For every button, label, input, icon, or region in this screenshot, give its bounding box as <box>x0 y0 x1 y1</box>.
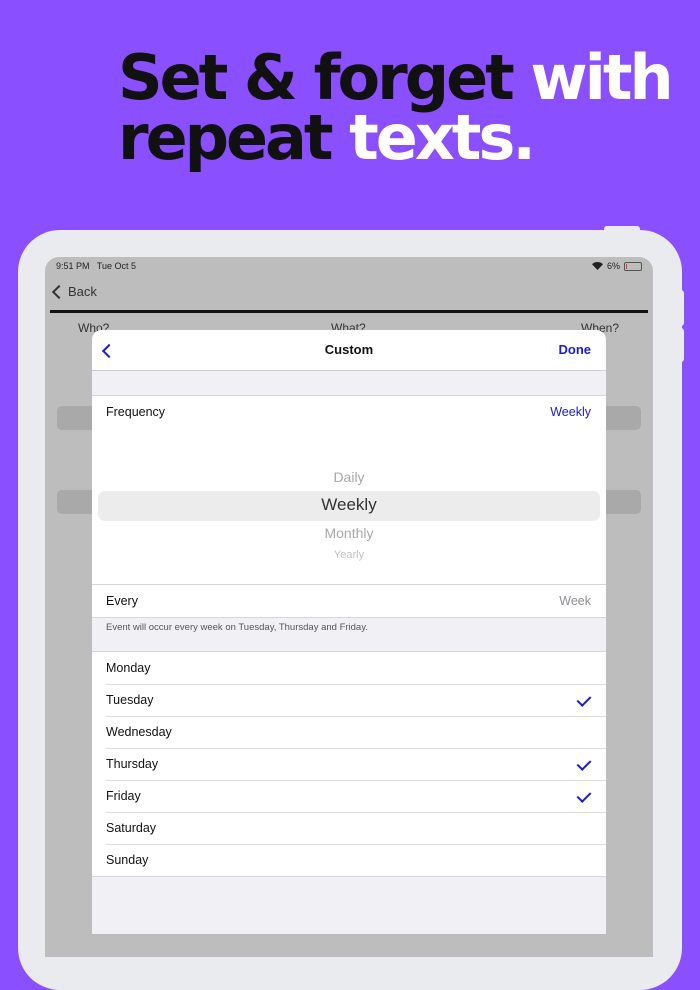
weekday-label: Friday <box>106 789 141 803</box>
weekday-label: Saturday <box>106 821 157 835</box>
device-volume-down-button <box>678 328 684 362</box>
weekday-row-wednesday[interactable]: Wednesday <box>92 716 606 748</box>
weekday-row-saturday[interactable]: Saturday <box>92 812 606 844</box>
weekday-row-friday[interactable]: Friday <box>92 780 606 812</box>
checkmark-icon <box>576 692 592 707</box>
weekday-label: Sunday <box>106 853 149 867</box>
device-volume-up-button <box>678 290 684 326</box>
headline: Set & forget with repeat texts. <box>118 47 678 169</box>
battery-percent: 6% <box>606 261 620 271</box>
status-bar: 9:51 PM Tue Oct 5 6% <box>56 261 642 271</box>
wifi-icon <box>591 262 603 270</box>
every-value: Week <box>559 594 591 608</box>
frequency-row[interactable]: Frequency Weekly <box>92 396 606 428</box>
custom-repeat-sheet: Custom Done Frequency Weekly Daily Weekl… <box>92 330 606 934</box>
frequency-picker[interactable]: Daily Weekly Monthly Yearly <box>92 427 606 584</box>
header-divider <box>50 310 648 313</box>
frequency-label: Frequency <box>106 405 166 419</box>
weekday-label: Wednesday <box>106 725 172 739</box>
sheet-title: Custom <box>324 342 374 357</box>
weekday-row-tuesday[interactable]: Tuesday <box>92 684 606 716</box>
frequency-value: Weekly <box>550 405 591 419</box>
weekday-row-monday[interactable]: Monday <box>92 652 606 684</box>
battery-icon <box>624 261 642 271</box>
recurrence-summary: Event will occur every week on Tuesday, … <box>106 622 368 633</box>
every-row[interactable]: Every Week <box>92 585 606 617</box>
headline-line-2: repeat texts. <box>118 107 678 169</box>
weekday-list: Monday Tuesday Wednesday Thursday Friday… <box>92 651 606 877</box>
picker-option-selected[interactable]: Weekly <box>92 495 606 515</box>
status-time: 9:51 PM <box>56 261 90 271</box>
weekday-row-thursday[interactable]: Thursday <box>92 748 606 780</box>
picker-option[interactable]: Yearly <box>92 549 606 561</box>
done-button[interactable]: Done <box>559 342 592 357</box>
back-button[interactable]: Back <box>51 284 97 299</box>
sheet-nav-bar: Custom Done <box>92 330 606 371</box>
picker-option[interactable]: Daily <box>92 469 606 485</box>
back-label: Back <box>68 284 97 299</box>
chevron-left-icon <box>51 284 67 299</box>
frequency-group: Frequency Weekly <box>92 395 606 429</box>
picker-option[interactable]: Monthly <box>92 525 606 541</box>
checkmark-icon <box>576 788 592 803</box>
headline-highlight: with <box>530 41 673 114</box>
weekday-label: Monday <box>106 661 151 675</box>
weekday-label: Tuesday <box>106 693 154 707</box>
headline-highlight: texts. <box>349 101 536 174</box>
every-label: Every <box>106 594 138 608</box>
status-date: Tue Oct 5 <box>96 261 137 271</box>
headline-line-1: Set & forget with <box>118 47 678 109</box>
every-group: Every Week <box>92 584 606 618</box>
weekday-row-sunday[interactable]: Sunday <box>92 844 606 876</box>
checkmark-icon <box>576 756 592 771</box>
weekday-label: Thursday <box>106 757 159 771</box>
headline-text: repeat <box>118 101 350 174</box>
